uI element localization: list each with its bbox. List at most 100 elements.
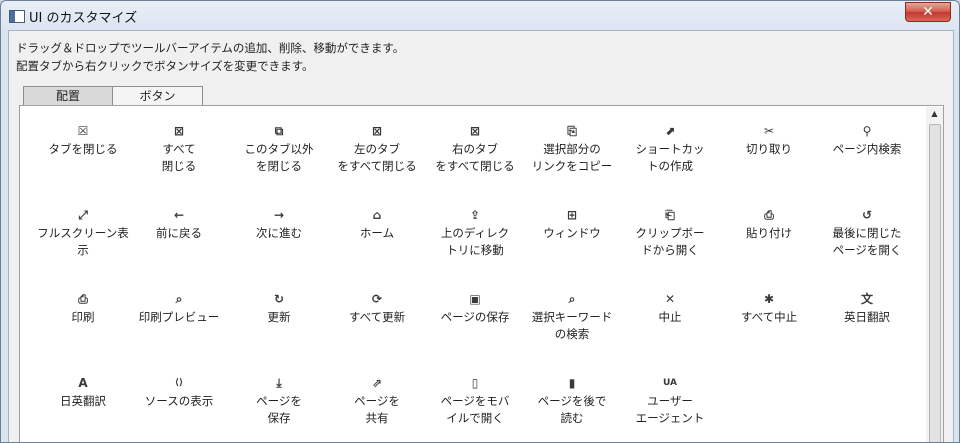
print-icon: ⎙ — [78, 292, 88, 306]
stop-all-icon: ✱ — [763, 292, 775, 306]
toolbar-button-item[interactable]: ⎘ 選択部分の リンクをコピー — [524, 124, 620, 175]
toolbar-button-label: 選択部分の リンクをコピー — [531, 142, 613, 173]
close-right-icon: ⊠ — [469, 124, 481, 138]
toolbar-button-label: 右のタブ をすべて閉じる — [435, 142, 515, 173]
toolbar-button-item[interactable]: 文英日翻訳 — [819, 292, 915, 326]
toolbar-button-item[interactable]: ⎗ クリップボー ドから開く — [622, 208, 718, 259]
toolbar-button-label: このタブ以外 を閉じる — [244, 142, 314, 173]
folder-up-icon: ⇪ — [469, 208, 481, 222]
toolbar-button-label: クリップボー ドから開く — [635, 226, 705, 257]
toolbar-button-item[interactable]: → 次に進む — [231, 208, 327, 242]
toolbar-button-item[interactable]: ⊠ 右のタブ をすべて閉じる — [427, 124, 523, 175]
instruction-line-2: 配置タブから右クリックでボタンサイズを変更できます。 — [16, 59, 314, 73]
close-button[interactable]: ✕ — [905, 2, 951, 22]
save-page-icon: ⤓ — [276, 376, 282, 390]
toolbar-button-item[interactable]: A 日英翻訳 — [35, 376, 131, 410]
toolbar-button-item[interactable]: ⌕ 選択キーワード の検索 — [524, 292, 620, 343]
toolbar-button-label: ページ内検索 — [832, 142, 902, 156]
toolbar-button-item[interactable]: ✱ すべて中止 — [721, 292, 817, 326]
translate-ja-en-icon: A — [78, 376, 88, 390]
toolbar-button-item[interactable]: ☒ タブを閉じる — [35, 124, 131, 158]
toolbar-button-item[interactable]: ▯ ページをモバ イルで開く — [427, 376, 523, 427]
toolbar-button-label: ホーム — [359, 226, 395, 240]
toolbar-button-label: 最後に閉じた ページを開く — [832, 226, 902, 257]
new-window-icon: ⊞ — [566, 208, 578, 222]
toolbar-button-label: ページの保存 — [440, 310, 510, 324]
paste-icon: ⎙ — [764, 208, 774, 222]
toolbar-button-item[interactable]: ⟨⟩ ソースの表示 — [131, 376, 227, 410]
toolbar-button-item[interactable]: ⚲ ページ内検索 — [819, 124, 915, 158]
toolbar-button-item[interactable]: ⤢ フルスクリーン表示 — [35, 208, 131, 259]
toolbar-button-label: 印刷プレビュー — [138, 310, 220, 324]
toolbar-button-item[interactable]: ⟳ すべて更新 — [329, 292, 425, 326]
scroll-thumb[interactable] — [929, 124, 941, 442]
tab-buttons[interactable]: ボタン — [112, 86, 203, 106]
scroll-up-arrow-icon[interactable]: ▲ — [926, 107, 943, 121]
home-icon: ⌂ — [372, 208, 382, 222]
toolbar-button-item[interactable]: ⧉ このタブ以外 を閉じる — [231, 124, 327, 175]
close-others-icon: ⧉ — [274, 124, 284, 138]
toolbar-button-label: フルスクリーン表示 — [37, 226, 129, 257]
toolbar-button-item[interactable]: ⬈ ショートカッ トの作成 — [622, 124, 718, 175]
keyword-search-icon: ⌕ — [568, 292, 576, 306]
toolbar-button-item[interactable]: ⊠ 左のタブ をすべて閉じる — [329, 124, 425, 175]
toolbar-button-label: 英日翻訳 — [844, 310, 890, 324]
toolbar-button-item[interactable]: ↺ 最後に閉じた ページを開く — [819, 208, 915, 259]
copy-link-icon: ⎘ — [567, 124, 577, 138]
toolbar-button-label: ソースの表示 — [144, 394, 214, 408]
toolbar-button-label: 次に進む — [256, 226, 302, 240]
tab-layout[interactable]: 配置 — [23, 86, 113, 106]
toolbar-button-item[interactable]: ⊞ ウィンドウ — [524, 208, 620, 242]
user-agent-icon: UA — [663, 378, 677, 388]
toolbar-button-label: ページを 保存 — [256, 394, 302, 425]
toolbar-button-item[interactable]: ⇪ 上のディレク トリに移動 — [427, 208, 523, 259]
stop-icon: ✕ — [664, 292, 676, 306]
toolbar-button-item[interactable]: ← 前に戻る — [131, 208, 227, 242]
toolbar-button-item[interactable]: ▣ ページの保存 — [427, 292, 523, 326]
read-later-icon: ▮ — [568, 376, 576, 390]
close-left-icon: ⊠ — [371, 124, 383, 138]
toolbar-button-item[interactable]: ⌂ ホーム — [329, 208, 425, 242]
mobile-open-icon: ▯ — [471, 376, 479, 390]
close-all-icon: ⊠ — [173, 124, 185, 138]
toolbar-button-label: 前に戻る — [156, 226, 202, 240]
toolbar-button-label: すべて更新 — [348, 310, 406, 324]
refresh-all-icon: ⟳ — [371, 292, 383, 306]
window-title: UI のカスタマイズ — [29, 11, 138, 26]
toolbar-button-item[interactable]: ✂ 切り取り — [721, 124, 817, 158]
search-icon: ⚲ — [862, 124, 872, 138]
toolbar-button-item[interactable]: ✕ 中止 — [622, 292, 718, 326]
app-window-icon — [9, 10, 25, 23]
toolbar-button-item[interactable]: UA ユーザー エージェント — [622, 376, 718, 427]
toolbar-button-item[interactable]: ⊠ すべて 閉じる — [131, 124, 227, 175]
toolbar-button-item[interactable]: ▮ ページを後で 読む — [524, 376, 620, 427]
instructions: ドラッグ＆ドロップでツールバーアイテムの追加、削除、移動ができます。 配置タブか… — [16, 39, 404, 75]
refresh-icon: ↻ — [273, 292, 285, 306]
toolbar-button-item[interactable]: ⌕ 印刷プレビュー — [131, 292, 227, 326]
toolbar-button-label: 左のタブ をすべて閉じる — [337, 142, 417, 173]
vertical-scrollbar[interactable]: ▲ — [926, 107, 943, 442]
toolbar-button-item[interactable]: ⎙ 印刷 — [35, 292, 131, 326]
toolbar-button-item[interactable]: ⎙ 貼り付け — [721, 208, 817, 242]
toolbar-button-label: ユーザー エージェント — [635, 394, 705, 425]
toolbar-button-label: 切り取り — [746, 142, 792, 156]
share-icon: ⇗ — [371, 376, 383, 390]
instruction-line-1: ドラッグ＆ドロップでツールバーアイテムの追加、削除、移動ができます。 — [16, 41, 405, 55]
toolbar-button-item[interactable]: ⇗ ページを 共有 — [329, 376, 425, 427]
toolbar-button-label: 中止 — [658, 310, 682, 324]
toolbar-button-label: 貼り付け — [746, 226, 792, 240]
title-bar[interactable]: UI のカスタマイズ ✕ — [1, 1, 959, 31]
toolbar-button-item[interactable]: ↻ 更新 — [231, 292, 327, 326]
arrow-left-icon: ← — [173, 208, 185, 222]
view-source-icon: ⟨⟩ — [174, 378, 184, 388]
translate-en-ja-icon: 文 — [860, 292, 873, 306]
toolbar-button-label: ページを後で 読む — [537, 394, 607, 425]
toolbar-button-label: 上のディレク トリに移動 — [440, 226, 510, 257]
toolbar-button-label: 印刷 — [71, 310, 95, 324]
toolbar-button-label: 日英翻訳 — [60, 394, 106, 408]
toolbar-button-label: 選択キーワード の検索 — [531, 310, 613, 341]
toolbar-button-label: ウィンドウ — [543, 226, 601, 240]
toolbar-button-label: タブを閉じる — [48, 142, 118, 156]
toolbar-button-label: ページをモバ イルで開く — [440, 394, 510, 425]
toolbar-button-item[interactable]: ⤓ ページを 保存 — [231, 376, 327, 427]
